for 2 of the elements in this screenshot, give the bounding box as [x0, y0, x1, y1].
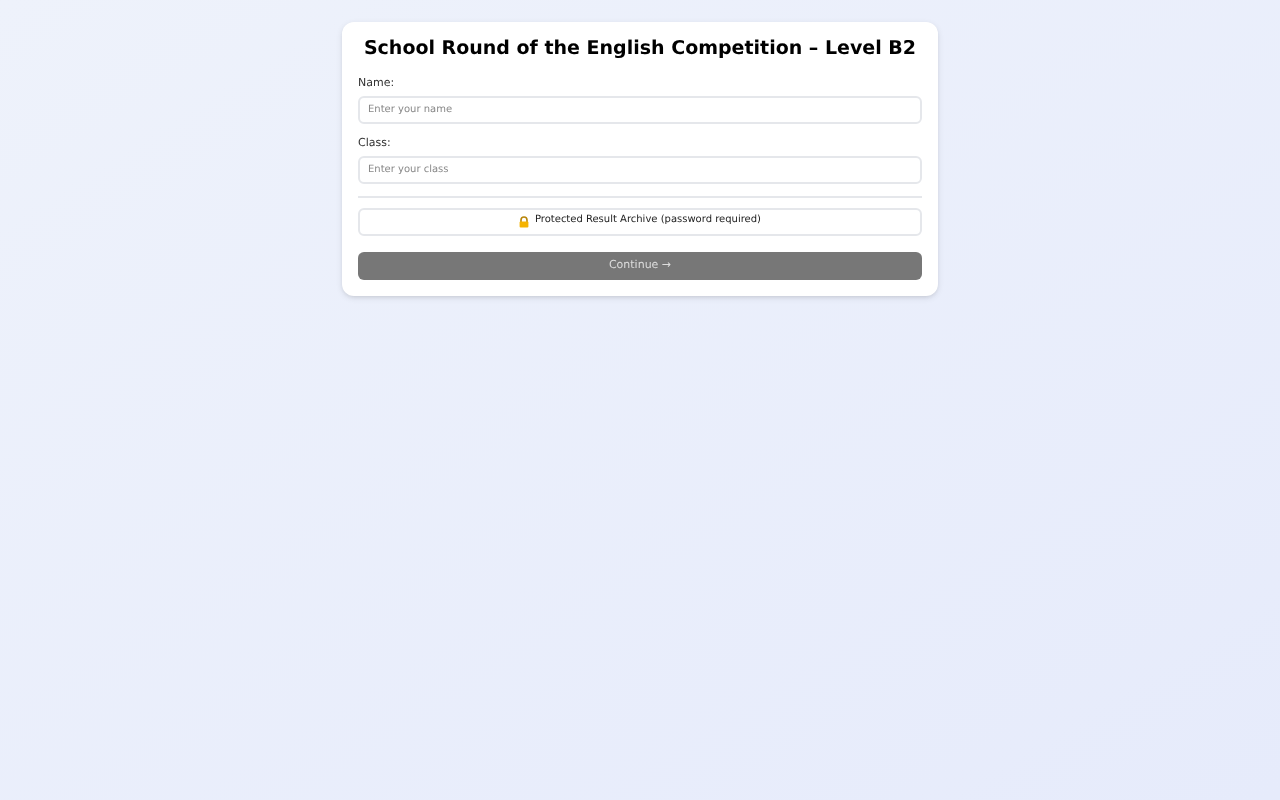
page-title: School Round of the English Competition – Level B2	[361, 36, 919, 64]
lock-icon	[518, 216, 531, 228]
